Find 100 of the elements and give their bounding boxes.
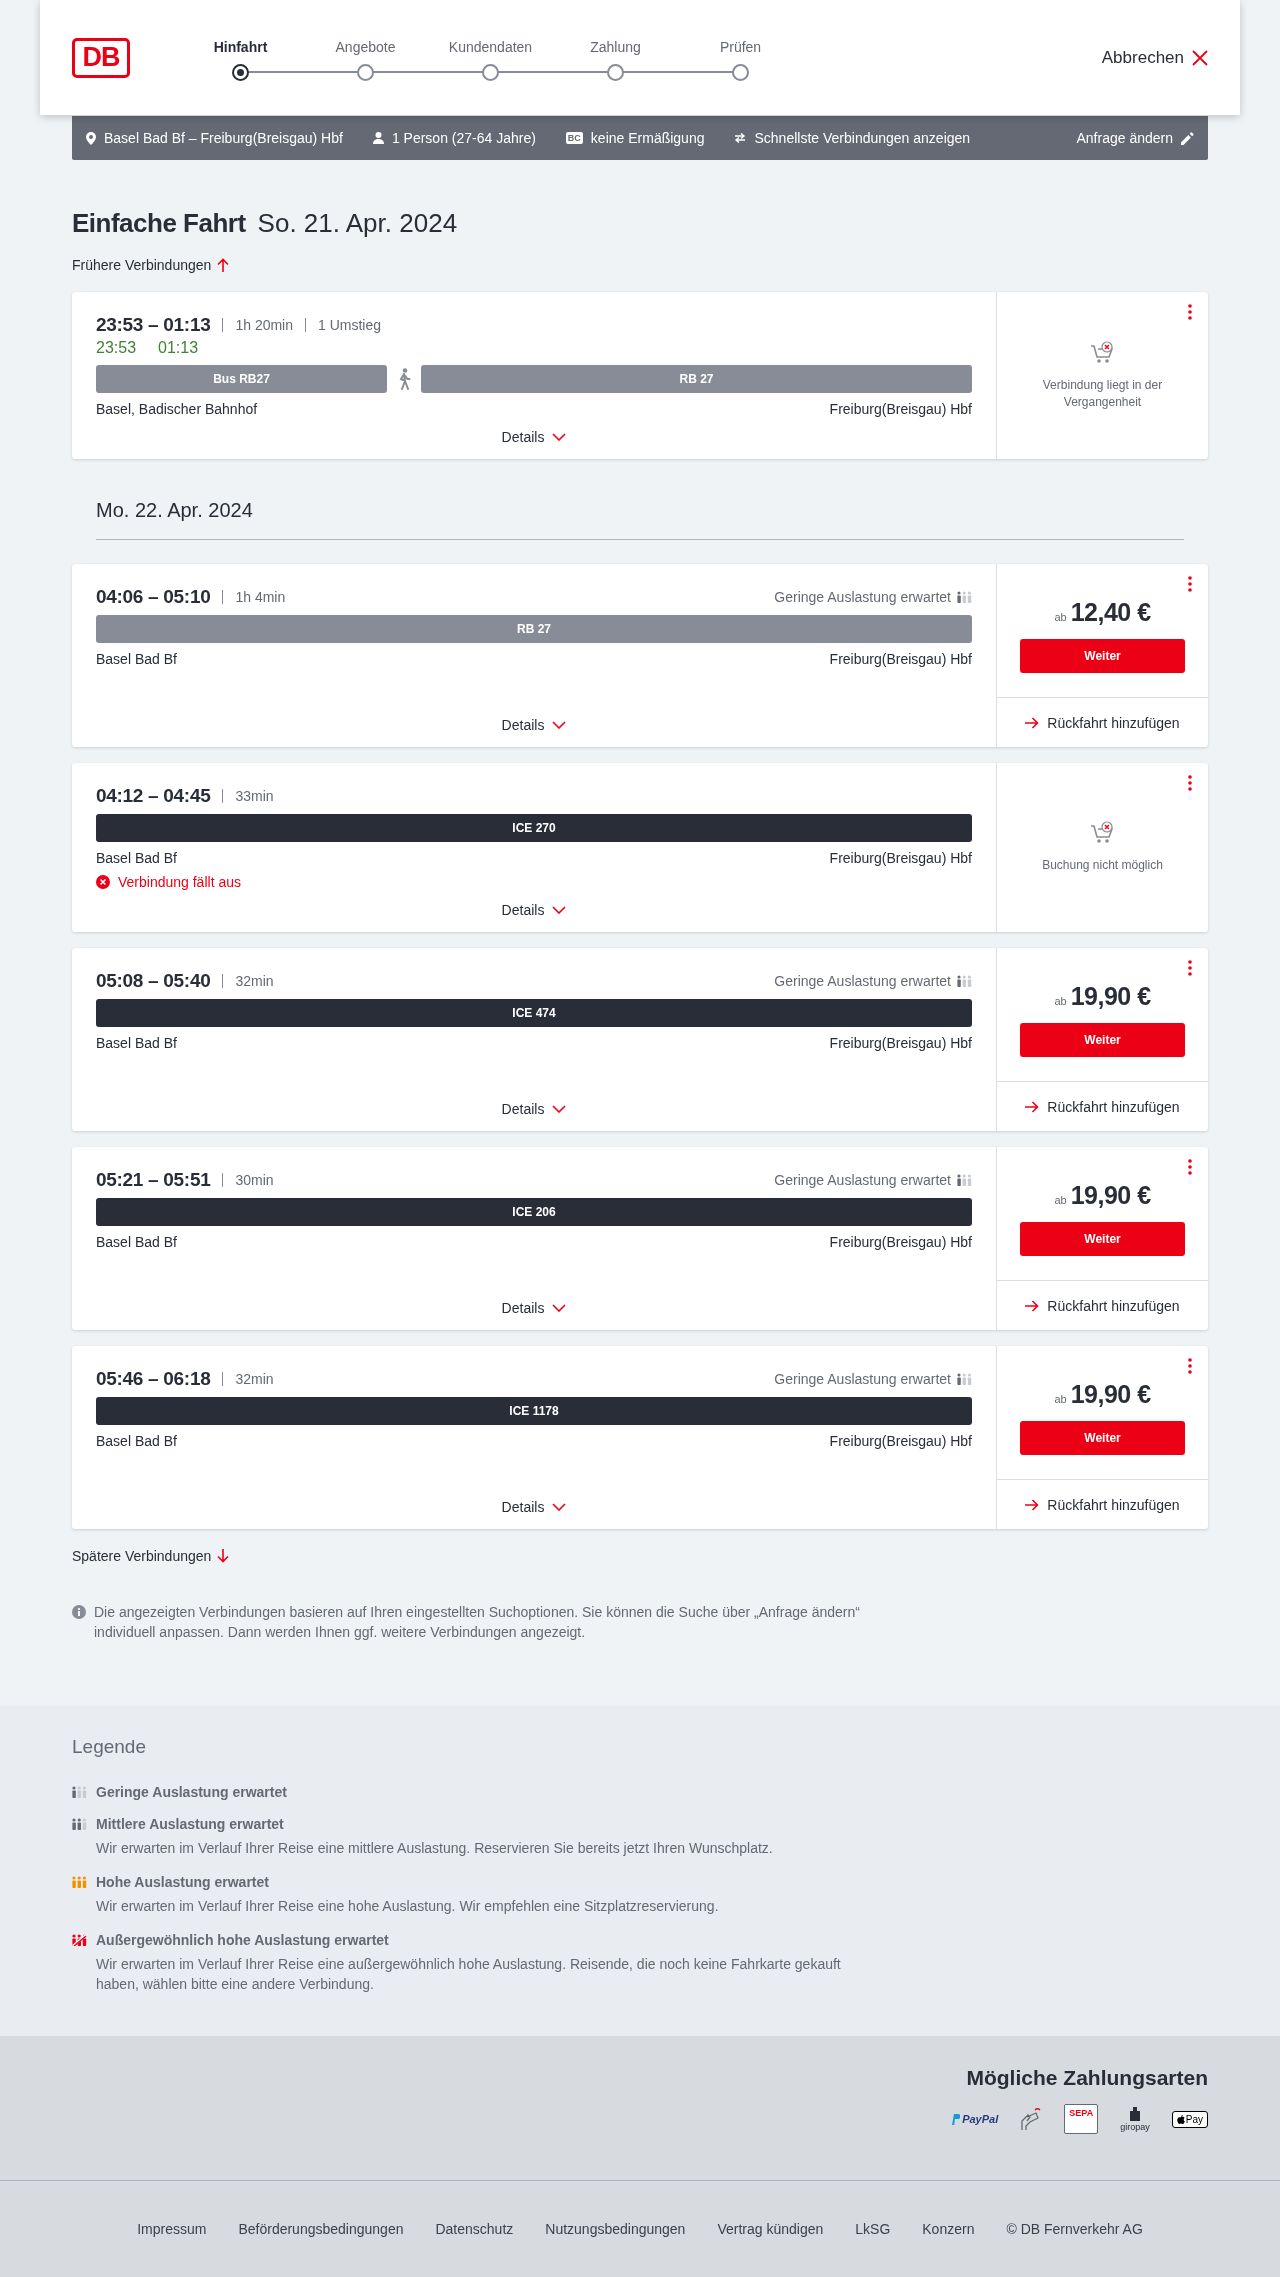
- arrival-station: Freiburg(Breisgau) Hbf: [829, 1035, 972, 1051]
- person-icon: [372, 132, 384, 144]
- departure-arrival-times: 23:53 – 01:13: [96, 314, 211, 336]
- chevron-down-icon: [552, 721, 567, 729]
- payment-title: Mögliche Zahlungsarten: [966, 2066, 1208, 2090]
- more-icon: [1188, 960, 1192, 976]
- duration: 1h 4min: [222, 590, 286, 604]
- departure-station: Basel Bad Bf: [96, 850, 177, 866]
- swap-arrows-icon: [734, 133, 747, 143]
- more-button[interactable]: [1188, 576, 1194, 594]
- add-return-link[interactable]: Rückfahrt hinzufügen: [997, 1480, 1208, 1529]
- duration: 30min: [222, 1173, 274, 1187]
- legend-item-title: Mittlere Auslastung erwartet: [96, 1816, 285, 1832]
- page-title: Einfache Fahrt: [72, 208, 246, 239]
- occupancy-text: Geringe Auslastung erwartet: [774, 1172, 951, 1188]
- price-prefix: ab: [1054, 611, 1067, 623]
- price: 19,90 €: [1070, 1181, 1151, 1210]
- footer-link[interactable]: Vertrag kündigen: [717, 2221, 824, 2237]
- continue-button[interactable]: Weiter: [1020, 1222, 1185, 1256]
- arrival-station: Freiburg(Breisgau) Hbf: [829, 850, 972, 866]
- price: 19,90 €: [1070, 982, 1151, 1011]
- add-return-link[interactable]: Rückfahrt hinzufügen: [997, 1082, 1208, 1131]
- sepa-logo: SEPA: [1064, 2104, 1099, 2134]
- arrival-station: Freiburg(Breisgau) Hbf: [829, 651, 972, 667]
- duration: 1h 20min: [222, 318, 293, 332]
- price-prefix: ab: [1054, 995, 1067, 1007]
- departure-station: Basel, Badischer Bahnhof: [96, 401, 258, 417]
- pencil-icon: [1181, 131, 1194, 145]
- bahncard-icon: BC: [565, 132, 583, 144]
- more-button[interactable]: [1188, 960, 1194, 978]
- continue-button[interactable]: Weiter: [1020, 1421, 1185, 1455]
- chevron-down-icon: [552, 1105, 567, 1113]
- transfers: 1 Umstieg: [305, 318, 382, 332]
- more-icon: [1188, 576, 1192, 592]
- arrival-station: Freiburg(Breisgau) Hbf: [829, 401, 972, 417]
- arrow-right-icon: [1025, 1498, 1040, 1511]
- occupancy-icon: [957, 591, 972, 603]
- arrow-down-icon: [217, 1549, 230, 1563]
- add-return-link[interactable]: Rückfahrt hinzufügen: [997, 1281, 1208, 1330]
- legend-item-text: Wir erwarten im Verlauf Ihrer Reise eine mittlere Auslastung. Reservieren Sie bereits jetzt Ihren Wunschplatz.: [96, 1839, 774, 1858]
- departure-arrival-times: 05:08 – 05:40: [96, 970, 211, 992]
- paypal-logo: PayPal: [951, 2113, 999, 2125]
- train-bar: Bus RB27: [96, 365, 387, 393]
- realtime: 23:53: [96, 339, 137, 357]
- details-toggle[interactable]: Details: [501, 707, 567, 733]
- details-toggle[interactable]: Details: [501, 892, 567, 918]
- walking-person-icon: [397, 368, 411, 390]
- cancel-button[interactable]: Abbrechen: [1101, 43, 1208, 72]
- more-icon: [1188, 1358, 1192, 1374]
- departure-arrival-times: 05:46 – 06:18: [96, 1368, 211, 1390]
- close-icon: [1192, 49, 1208, 66]
- more-button[interactable]: [1188, 1358, 1194, 1376]
- arrival-station: Freiburg(Breisgau) Hbf: [829, 1234, 972, 1250]
- info-icon: [72, 1605, 86, 1619]
- add-return-link[interactable]: Rückfahrt hinzufügen: [997, 698, 1208, 747]
- footer-link[interactable]: Konzern: [922, 2221, 975, 2237]
- travel-date: So. 21. Apr. 2024: [257, 208, 458, 239]
- chevron-down-icon: [552, 433, 567, 441]
- more-button[interactable]: [1188, 1159, 1194, 1177]
- details-toggle[interactable]: Details: [501, 1489, 567, 1515]
- more-icon: [1188, 1159, 1192, 1175]
- info-text: Die angezeigten Verbindungen basieren auf Ihren eingestellten Suchoptionen. Sie können die Suche über „Anfrage ändern“ individuell anpassen. Dann werden Ihnen ggf. weitere Verbindungen angezeigt.: [94, 1603, 861, 1642]
- chevron-down-icon: [552, 1503, 567, 1511]
- footer-link[interactable]: LkSG: [855, 2221, 891, 2237]
- price-prefix: ab: [1054, 1194, 1067, 1206]
- details-toggle[interactable]: Details: [501, 1290, 567, 1316]
- route-text: Basel Bad Bf – Freiburg(Breisgau) Hbf: [104, 130, 343, 146]
- chevron-down-icon: [552, 1304, 567, 1312]
- footer-link[interactable]: Beförderungsbedingungen: [238, 2221, 404, 2237]
- train-bar: RB 27: [421, 365, 972, 393]
- footer-link[interactable]: Nutzungsbedingungen: [545, 2221, 686, 2237]
- arrival-station: Freiburg(Breisgau) Hbf: [829, 1433, 972, 1449]
- departure-station: Basel Bad Bf: [96, 651, 177, 667]
- train-bar: ICE 1178: [96, 1397, 972, 1425]
- step-label: Angebote: [335, 38, 396, 55]
- realtime: 01:13: [158, 339, 199, 357]
- date-heading: Mo. 22. Apr. 2024: [96, 499, 253, 522]
- occupancy-icon: [72, 1786, 87, 1798]
- continue-button[interactable]: Weiter: [1020, 1023, 1185, 1057]
- more-button[interactable]: [1188, 775, 1194, 793]
- chevron-down-icon: [552, 906, 567, 914]
- earlier-connections-link[interactable]: Frühere Verbindungen: [72, 255, 230, 275]
- continue-button[interactable]: Weiter: [1020, 639, 1185, 673]
- footer-link[interactable]: © DB Fernverkehr AG: [1006, 2221, 1143, 2237]
- footer-link[interactable]: Impressum: [137, 2221, 207, 2237]
- price-prefix: ab: [1054, 1393, 1067, 1405]
- occupancy-icon: [957, 1174, 972, 1186]
- travellers-text: 1 Person (27-64 Jahre): [391, 130, 536, 146]
- more-button[interactable]: [1188, 304, 1194, 322]
- details-toggle[interactable]: Details: [501, 419, 567, 445]
- occupancy-icon: [72, 1934, 87, 1946]
- details-toggle[interactable]: Details: [501, 1091, 567, 1117]
- logo[interactable]: DB: [72, 37, 130, 78]
- edit-request-link[interactable]: Anfrage ändern: [1076, 130, 1194, 146]
- legend-item-title: Geringe Auslastung erwartet: [96, 1784, 288, 1800]
- arrow-up-icon: [217, 258, 230, 272]
- arrow-right-icon: [1025, 1299, 1040, 1312]
- train-bar: RB 27: [96, 615, 972, 643]
- footer-link[interactable]: Datenschutz: [435, 2221, 514, 2237]
- later-connections-link[interactable]: Spätere Verbindungen: [72, 1546, 230, 1566]
